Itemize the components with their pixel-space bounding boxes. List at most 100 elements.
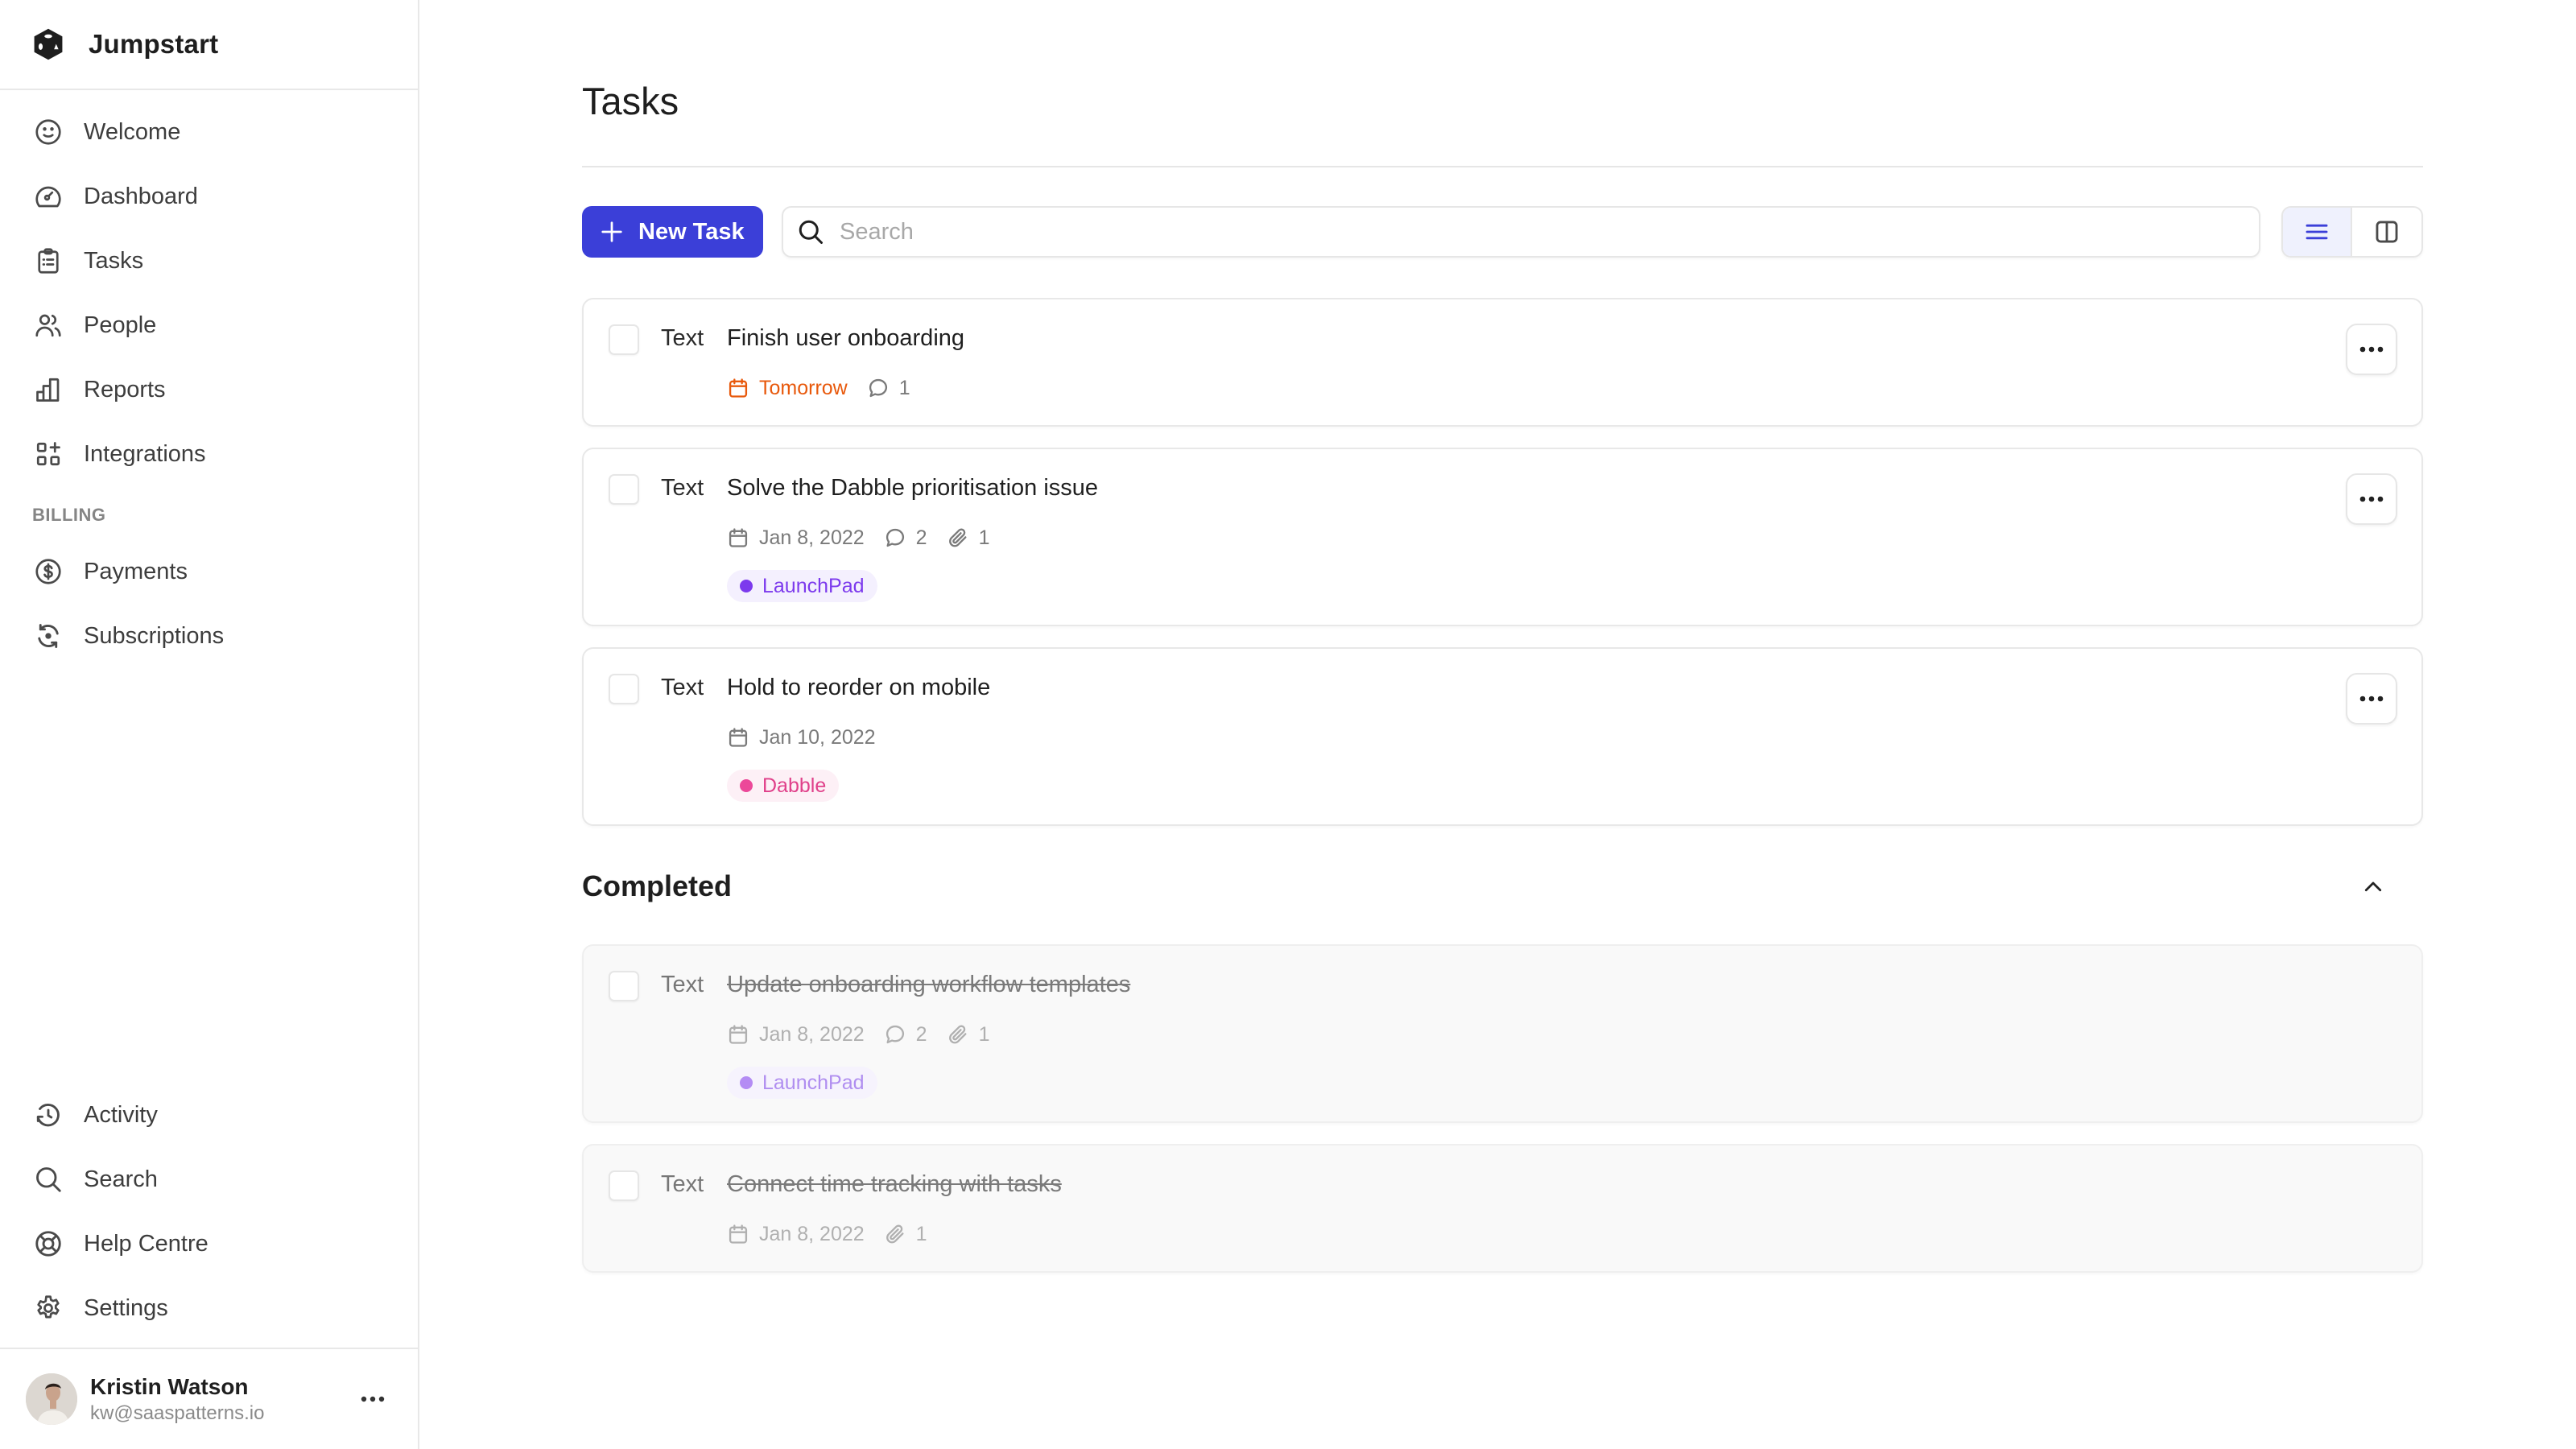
board-view-button[interactable]	[2352, 208, 2421, 256]
attachment-count: 1	[884, 1223, 927, 1246]
task-title[interactable]: Finish user onboarding	[727, 325, 964, 352]
sidebar-item-label: Help Centre	[84, 1230, 208, 1257]
comment-count: 2	[884, 526, 927, 550]
more-horizontal-icon	[2359, 346, 2384, 353]
comment-icon	[869, 378, 887, 398]
comment-icon	[886, 1025, 904, 1044]
cube-logo-icon	[31, 26, 66, 63]
sidebar-item-dashboard[interactable]: Dashboard	[0, 164, 418, 229]
view-toggle	[2281, 206, 2423, 258]
sidebar-item-label: Subscriptions	[84, 622, 225, 649]
new-task-label: New Task	[638, 218, 745, 245]
task-meta: Jan 8, 2022 1	[727, 1220, 947, 1249]
task-title[interactable]: Solve the Dabble prioritisation issue	[727, 475, 1098, 502]
attachment-count-text: 1	[978, 1022, 990, 1046]
sidebar-item-reports[interactable]: Reports	[0, 357, 418, 422]
completed-section-header: Completed	[582, 866, 2423, 908]
sidebar-item-welcome[interactable]: Welcome	[0, 100, 418, 164]
task-card[interactable]: Text Solve the Dabble prioritisation iss…	[582, 448, 2423, 626]
brand[interactable]: Jumpstart	[0, 0, 418, 90]
due-date-text: Jan 10, 2022	[759, 725, 876, 749]
task-prefix: Text	[661, 675, 704, 700]
list-view-button[interactable]	[2283, 208, 2353, 256]
task-prefix: Text	[661, 1171, 704, 1197]
sidebar-item-label: Tasks	[84, 247, 144, 274]
sidebar-item-label: Reports	[84, 376, 166, 402]
search-field[interactable]	[782, 206, 2260, 258]
comment-count: 1	[867, 377, 910, 400]
task-meta: Jan 10, 2022	[727, 723, 895, 752]
sidebar-item-people[interactable]: People	[0, 293, 418, 357]
gauge-icon	[34, 182, 63, 211]
lifebuoy-icon	[34, 1229, 63, 1258]
sidebar-item-label: Integrations	[84, 440, 206, 467]
task-title[interactable]: Connect time tracking with tasks	[727, 1171, 1062, 1198]
sidebar-item-label: Dashboard	[84, 183, 198, 209]
search-icon	[799, 220, 823, 244]
users-icon	[34, 311, 63, 340]
page-title: Tasks	[582, 80, 679, 122]
search-icon	[34, 1165, 63, 1194]
sidebar-item-payments[interactable]: Payments	[0, 539, 418, 604]
user-profile[interactable]: Kristin Watson kw@saaspatterns.io	[0, 1348, 418, 1449]
sidebar-item-label: Payments	[84, 558, 188, 584]
open-task-list: Text Finish user onboarding Tomorrow 1 T…	[582, 298, 2423, 847]
task-prefix: Text	[661, 475, 704, 501]
plus-icon	[601, 221, 622, 242]
task-title[interactable]: Update onboarding workflow templates	[727, 972, 1130, 998]
sidebar-item-help-centre[interactable]: Help Centre	[0, 1212, 418, 1276]
project-tag[interactable]: Dabble	[727, 770, 840, 802]
project-tag[interactable]: LaunchPad	[727, 1067, 877, 1099]
comment-count: 2	[884, 1023, 927, 1046]
task-card[interactable]: Text Connect time tracking with tasks Ja…	[582, 1144, 2423, 1273]
task-meta: Jan 8, 2022 2 1	[727, 523, 1009, 552]
comment-count-text: 2	[915, 526, 927, 549]
task-more-button[interactable]	[2346, 473, 2397, 525]
calendar-icon	[729, 1025, 748, 1044]
completed-title: Completed	[582, 869, 733, 902]
sidebar-item-label: Search	[84, 1166, 158, 1192]
due-date: Jan 8, 2022	[727, 1023, 865, 1046]
user-menu-button[interactable]	[355, 1387, 390, 1411]
project-tag[interactable]: LaunchPad	[727, 570, 877, 602]
more-horizontal-icon	[2359, 496, 2384, 502]
task-meta: Tomorrow 1	[727, 374, 930, 402]
sidebar-item-integrations[interactable]: Integrations	[0, 422, 418, 486]
user-name: Kristin Watson	[90, 1374, 249, 1399]
task-checkbox[interactable]	[609, 324, 639, 355]
sidebar-item-tasks[interactable]: Tasks	[0, 229, 418, 293]
avatar	[26, 1373, 77, 1425]
collapse-completed-button[interactable]	[2357, 871, 2389, 903]
search-input[interactable]	[840, 218, 2208, 246]
toolbar: New Task	[582, 206, 2423, 259]
chevron-up-icon	[2364, 881, 2382, 892]
task-more-button[interactable]	[2346, 673, 2397, 724]
sidebar-item-settings[interactable]: Settings	[0, 1276, 418, 1340]
task-card[interactable]: Text Hold to reorder on mobile Jan 10, 2…	[582, 647, 2423, 826]
due-date: Tomorrow	[727, 377, 848, 400]
due-date-text: Jan 8, 2022	[759, 526, 865, 549]
task-prefix: Text	[661, 972, 704, 997]
task-checkbox[interactable]	[609, 474, 639, 505]
tag-dot	[740, 1076, 753, 1089]
task-checkbox[interactable]	[609, 971, 639, 1001]
task-checkbox[interactable]	[609, 1170, 639, 1201]
user-email: kw@saaspatterns.io	[90, 1402, 265, 1424]
due-date: Jan 8, 2022	[727, 526, 865, 550]
task-card[interactable]: Text Update onboarding workflow template…	[582, 944, 2423, 1123]
gear-icon	[34, 1294, 63, 1323]
sidebar-item-activity[interactable]: Activity	[0, 1083, 418, 1147]
due-date-text: Tomorrow	[759, 376, 848, 399]
task-more-button[interactable]	[2346, 324, 2397, 375]
task-checkbox[interactable]	[609, 674, 639, 704]
due-date-text: Jan 8, 2022	[759, 1222, 865, 1245]
sidebar-item-search[interactable]: Search	[0, 1147, 418, 1212]
tag-label: Dabble	[762, 774, 827, 797]
task-card[interactable]: Text Finish user onboarding Tomorrow 1	[582, 298, 2423, 427]
new-task-button[interactable]: New Task	[582, 206, 763, 258]
tag-dot	[740, 580, 753, 592]
apps-add-icon	[34, 440, 63, 469]
task-title[interactable]: Hold to reorder on mobile	[727, 675, 990, 701]
sidebar-item-subscriptions[interactable]: Subscriptions	[0, 604, 418, 668]
tag-label: LaunchPad	[762, 574, 865, 597]
